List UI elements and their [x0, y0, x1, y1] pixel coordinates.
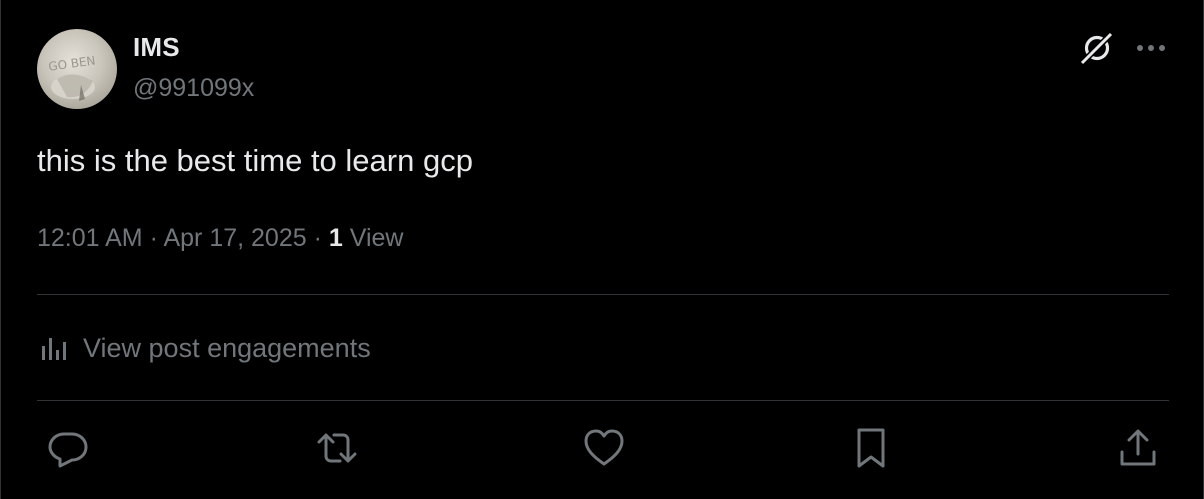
more-icon[interactable] [1134, 34, 1168, 62]
like-button[interactable] [580, 424, 628, 472]
meta-separator: · [306, 224, 329, 252]
views-label: View [349, 224, 404, 252]
svg-text:GO BEN: GO BEN [47, 53, 96, 73]
reply-icon [48, 432, 88, 468]
like-icon [584, 429, 624, 466]
post-detail: GO BEN IMS @991099x this is the best tim… [0, 0, 1204, 499]
view-engagements-label: View post engagements [83, 332, 371, 363]
post-timestamp[interactable]: 12:01 AM · Apr 17, 2025 [37, 224, 307, 252]
reply-button[interactable] [44, 424, 92, 472]
grok-icon[interactable] [1078, 30, 1114, 66]
author-handle[interactable]: @991099x [133, 74, 254, 103]
repost-icon [317, 433, 357, 463]
view-engagements-button[interactable]: View post engagements [39, 328, 371, 368]
analytics-icon [42, 338, 66, 360]
post-text: this is the best time to learn gcp [37, 143, 473, 178]
bookmark-icon [857, 428, 885, 468]
repost-button[interactable] [313, 424, 361, 472]
bookmark-button[interactable] [847, 424, 895, 472]
views-count: 1 [328, 224, 343, 252]
post-meta: 12:01 AM · Apr 17, 2025 · 1 View [37, 224, 403, 253]
divider [37, 294, 1169, 295]
author-name[interactable]: IMS [133, 32, 180, 63]
avatar[interactable]: GO BEN [37, 29, 117, 109]
divider [37, 400, 1169, 401]
share-icon [1120, 429, 1156, 466]
avatar-image: GO BEN [47, 53, 96, 101]
share-button[interactable] [1114, 424, 1162, 472]
